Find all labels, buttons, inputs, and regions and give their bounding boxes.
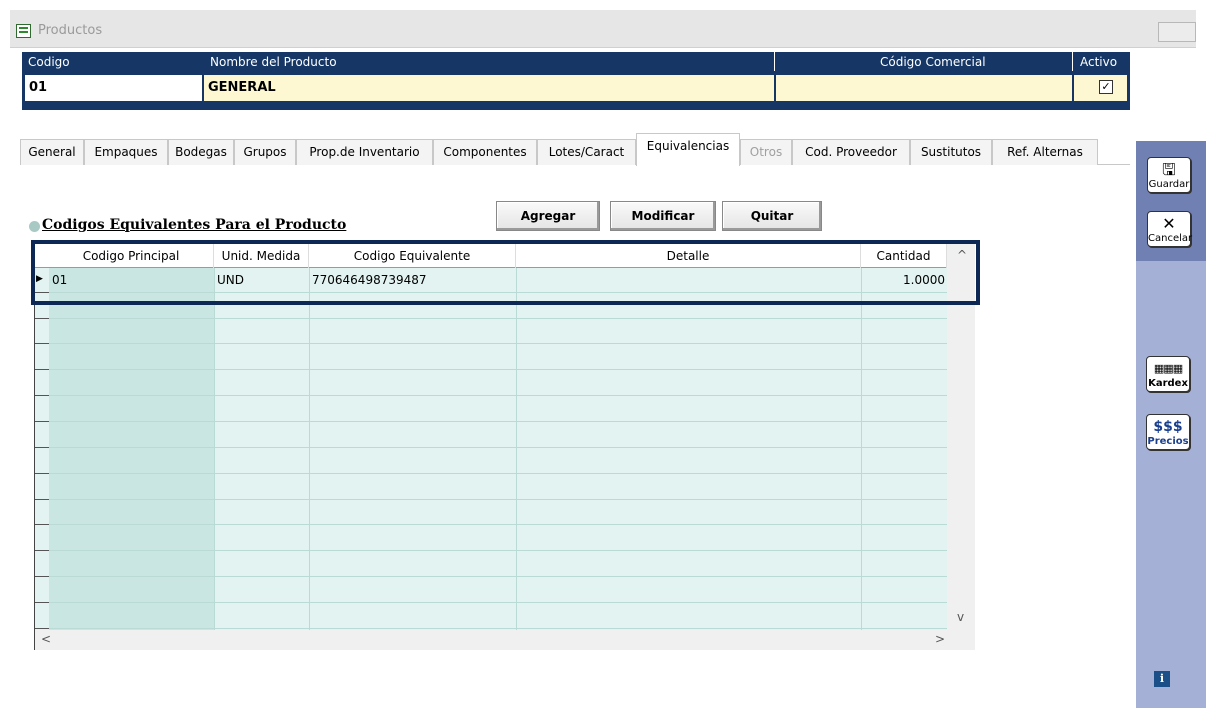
table-row[interactable] [49, 552, 949, 577]
scroll-right-icon[interactable]: > [935, 632, 945, 646]
table-row[interactable] [49, 397, 949, 422]
tab-general[interactable]: General [20, 139, 84, 165]
floppy-disk-icon: 🖫 [1162, 160, 1176, 179]
table-row[interactable] [49, 319, 949, 344]
section-title: Codigos Equivalentes Para el Producto [42, 217, 347, 233]
tab-lotes-caract[interactable]: Lotes/Caract [537, 139, 636, 165]
row-selector[interactable] [35, 345, 49, 370]
window-control-button[interactable] [1158, 22, 1196, 42]
window-title: Productos [38, 23, 103, 38]
tab-bar: General Empaques Bodegas Grupos Prop.de … [20, 133, 1130, 166]
dollar-sign-icon: $$$ [1153, 419, 1183, 435]
table-row[interactable] [49, 371, 949, 396]
tab-prop-inventario[interactable]: Prop.de Inventario [296, 139, 433, 165]
table-row[interactable] [49, 578, 949, 603]
title-bar: Productos [10, 10, 1196, 48]
kardex-button[interactable]: ▦▦▦ Kardex [1146, 356, 1190, 392]
nombre-label: Nombre del Producto [210, 55, 337, 69]
tab-sustitutos[interactable]: Sustitutos [910, 139, 992, 165]
row-selector[interactable] [35, 604, 49, 629]
section-bullet-icon [29, 221, 40, 232]
guardar-button[interactable]: 🖫 Guardar [1147, 157, 1191, 193]
row-selector[interactable] [35, 397, 49, 422]
precios-label: Precios [1147, 436, 1189, 447]
tab-otros[interactable]: Otros [740, 139, 792, 165]
row-selector[interactable] [35, 526, 49, 551]
activo-checkbox[interactable]: ✓ [1099, 80, 1113, 94]
codigo-label: Codigo [28, 55, 70, 69]
row-selector[interactable] [35, 475, 49, 500]
table-row[interactable] [49, 475, 949, 500]
agregar-button[interactable]: Agregar [496, 201, 600, 231]
row-selector[interactable] [35, 578, 49, 603]
row-selector[interactable] [35, 449, 49, 474]
quitar-button[interactable]: Quitar [722, 201, 822, 231]
row-selector[interactable] [35, 371, 49, 396]
cancel-x-icon: ✕ [1162, 214, 1176, 233]
productos-window: Productos Codigo Nombre del Producto Cód… [10, 10, 1206, 708]
modificar-button[interactable]: Modificar [610, 201, 716, 231]
tab-componentes[interactable]: Componentes [433, 139, 537, 165]
codigo-comercial-field[interactable] [775, 74, 1073, 102]
table-row[interactable] [49, 423, 949, 448]
cancelar-label: Cancelar [1148, 233, 1193, 244]
tab-bodegas[interactable]: Bodegas [168, 139, 234, 165]
cancelar-button[interactable]: ✕ Cancelar [1147, 211, 1193, 247]
header-separator [774, 52, 775, 71]
table-row[interactable] [49, 500, 949, 525]
table-row[interactable] [49, 526, 949, 551]
scroll-down-icon[interactable]: v [957, 610, 964, 624]
row-selector[interactable] [35, 552, 49, 577]
row-selector[interactable] [35, 319, 49, 344]
info-icon[interactable]: i [1154, 671, 1170, 687]
header-separator [1072, 52, 1073, 71]
codigo-field[interactable]: 01 [24, 74, 203, 102]
app-icon [16, 24, 31, 38]
row-selector[interactable] [35, 423, 49, 448]
horizontal-scrollbar[interactable]: < > [35, 630, 975, 650]
kardex-label: Kardex [1148, 378, 1188, 389]
product-header: Codigo Nombre del Producto Código Comerc… [22, 52, 1130, 110]
tab-ref-alternas[interactable]: Ref. Alternas [992, 139, 1098, 165]
table-row[interactable] [49, 604, 949, 629]
table-row[interactable] [49, 345, 949, 370]
side-panel: 🖫 Guardar ✕ Cancelar ▦▦▦ Kardex $$$ Prec… [1136, 141, 1206, 708]
tab-equivalencias[interactable]: Equivalencias [636, 133, 740, 166]
nombre-field[interactable]: GENERAL [203, 74, 775, 102]
keyboard-icon: ▦▦▦ [1153, 362, 1183, 375]
tab-grupos[interactable]: Grupos [234, 139, 296, 165]
activo-label: Activo [1080, 55, 1118, 69]
precios-button[interactable]: $$$ Precios [1146, 414, 1190, 450]
scroll-left-icon[interactable]: < [41, 632, 51, 646]
tab-cod-proveedor[interactable]: Cod. Proveedor [792, 139, 910, 165]
codigo-comercial-label: Código Comercial [880, 55, 986, 69]
highlight-box [31, 240, 980, 305]
table-row[interactable] [49, 449, 949, 474]
tab-empaques[interactable]: Empaques [84, 139, 168, 165]
row-selector[interactable] [35, 500, 49, 525]
guardar-label: Guardar [1148, 179, 1190, 190]
